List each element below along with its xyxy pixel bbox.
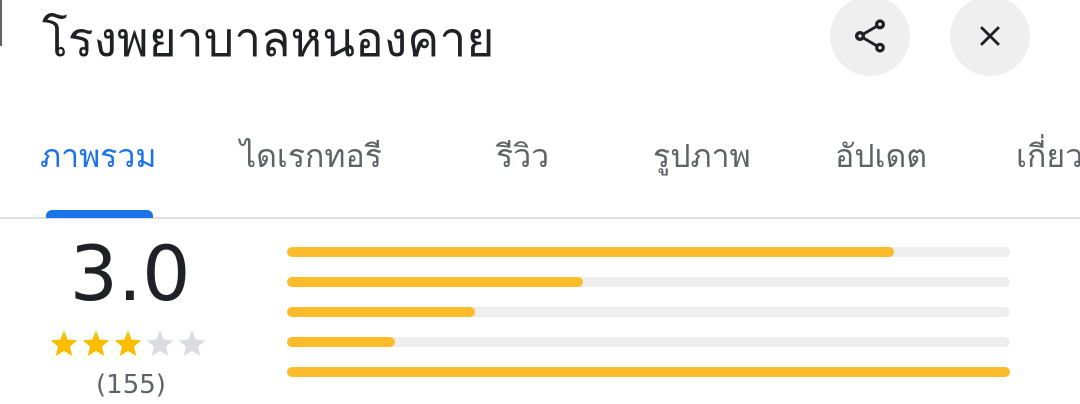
close-button[interactable] bbox=[950, 0, 1030, 76]
rating-bar-5-star[interactable] bbox=[287, 247, 1010, 257]
tab-photos[interactable]: รูปภาพ bbox=[653, 134, 751, 178]
rating-score: 3.0 bbox=[69, 229, 191, 318]
rating-bar-fill bbox=[287, 247, 895, 257]
rating-bar-fill bbox=[287, 337, 396, 347]
rating-bar-2-star[interactable] bbox=[287, 337, 1010, 347]
tab-bar: ภาพรวม ไดเรกทอรี รีวิว รูปภาพ อัปเดต เกี… bbox=[0, 120, 1080, 220]
tab-about[interactable]: เกี่ยว bbox=[1016, 134, 1080, 178]
rating-bar-fill bbox=[287, 367, 1010, 377]
share-button[interactable] bbox=[830, 0, 910, 76]
rating-bar-1-star[interactable] bbox=[287, 367, 1010, 377]
tab-overview[interactable]: ภาพรวม bbox=[40, 134, 156, 178]
tab-directory[interactable]: ไดเรกทอรี bbox=[240, 134, 382, 178]
tab-reviews[interactable]: รีวิว bbox=[496, 134, 549, 178]
review-count[interactable]: (155) bbox=[66, 368, 196, 402]
rating-bar-fill bbox=[287, 277, 584, 287]
tabs-divider bbox=[0, 217, 1080, 219]
active-tab-indicator bbox=[46, 210, 153, 218]
left-edge-divider bbox=[0, 0, 2, 46]
star-empty-icon bbox=[144, 324, 176, 364]
star-filled-icon bbox=[48, 324, 80, 364]
place-title: โรงพยาบาลหนองคาย bbox=[42, 12, 495, 68]
rating-bar-fill bbox=[287, 307, 475, 317]
star-empty-icon bbox=[176, 324, 208, 364]
rating-bar-4-star[interactable] bbox=[287, 277, 1010, 287]
star-filled-icon bbox=[80, 324, 112, 364]
star-filled-icon bbox=[112, 324, 144, 364]
share-icon bbox=[855, 19, 885, 53]
rating-stars bbox=[48, 324, 208, 364]
close-icon bbox=[980, 26, 1000, 46]
tab-updates[interactable]: อัปเดต bbox=[835, 134, 927, 178]
rating-bar-3-star[interactable] bbox=[287, 307, 1010, 317]
